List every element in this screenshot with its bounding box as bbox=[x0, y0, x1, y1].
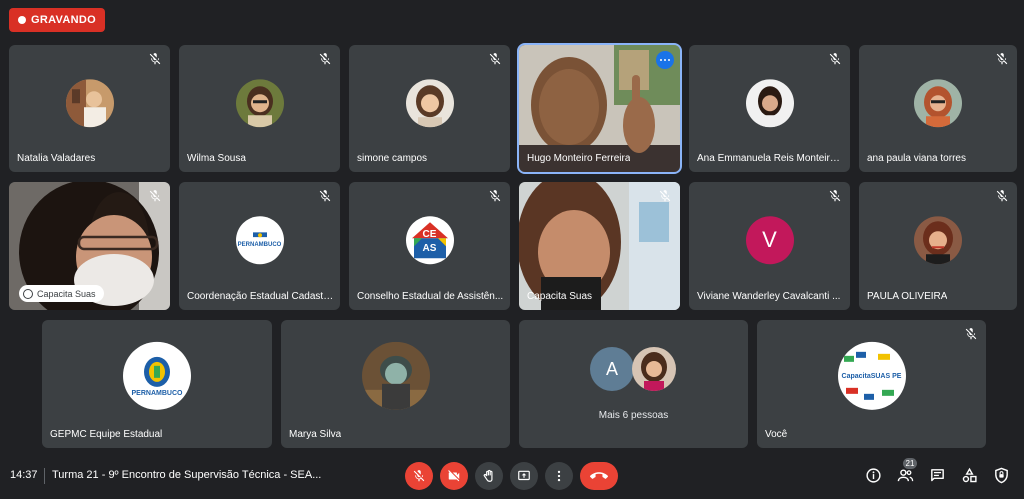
participant-tile-viviane[interactable]: V Viviane Wanderley Cavalcanti ... bbox=[689, 182, 850, 310]
mic-off-icon bbox=[488, 52, 502, 66]
ana-paula-avatar bbox=[914, 78, 962, 127]
pernambuco-flag-icon bbox=[252, 232, 267, 243]
participant-name: Natalia Valadares bbox=[17, 153, 96, 164]
capacita-suas-logo-text: CapacitaSUAS PE bbox=[841, 372, 902, 380]
more-people-label: Mais 6 pessoas bbox=[598, 410, 669, 421]
participant-tile-simone[interactable]: simone campos bbox=[349, 45, 510, 172]
mic-toggle-button[interactable] bbox=[405, 462, 433, 490]
participant-tile-voce[interactable]: CapacitaSUAS PE Você bbox=[757, 320, 986, 448]
activities-icon bbox=[962, 467, 977, 482]
pinned-badge-label: Capacita Suas bbox=[37, 288, 96, 299]
participant-tile-paula[interactable]: PAULA OLIVEIRA bbox=[859, 182, 1017, 310]
more-people-photo-avatar bbox=[632, 347, 676, 391]
paula-avatar bbox=[914, 216, 962, 265]
pernambuco-coat-icon bbox=[144, 356, 170, 387]
ceas-logo-bottom: AS bbox=[422, 243, 437, 255]
pernambuco-logo: PERNAMBUCO bbox=[235, 216, 284, 265]
wilma-avatar bbox=[235, 78, 284, 127]
ceas-logo-top: CE bbox=[422, 229, 437, 241]
meeting-details-button[interactable] bbox=[864, 466, 882, 484]
meeting-title[interactable]: Turma 21 - 9º Encontro de Supervisão Téc… bbox=[52, 469, 321, 481]
participant-name: Viviane Wanderley Cavalcanti ... bbox=[697, 291, 841, 302]
participant-name: GEPMC Equipe Estadual bbox=[50, 429, 163, 440]
participant-name: Marya Silva bbox=[289, 429, 342, 440]
host-controls-button[interactable] bbox=[992, 466, 1010, 484]
mic-off-icon bbox=[413, 470, 425, 482]
recording-label: GRAVANDO bbox=[31, 14, 96, 26]
participant-tile-capacita-pinned[interactable]: Capacita Suas bbox=[9, 182, 170, 310]
divider bbox=[44, 468, 45, 484]
raise-hand-button[interactable] bbox=[475, 462, 503, 490]
present-button[interactable] bbox=[510, 462, 538, 490]
chat-icon bbox=[930, 468, 944, 481]
mic-off-icon bbox=[488, 189, 502, 203]
more-options-icon[interactable] bbox=[656, 51, 674, 69]
participant-name: PAULA OLIVEIRA bbox=[867, 291, 948, 302]
participant-name: ana paula viana torres bbox=[867, 153, 966, 164]
people-icon bbox=[897, 468, 913, 481]
participant-tile-natalia[interactable]: Natalia Valadares bbox=[9, 45, 170, 172]
participant-tile-coordenacao[interactable]: PERNAMBUCO Coordenação Estadual Cadastr.… bbox=[179, 182, 340, 310]
participant-name: Coordenação Estadual Cadastr... bbox=[187, 291, 334, 302]
participant-name: Wilma Sousa bbox=[187, 153, 246, 164]
clock: 14:37 bbox=[10, 469, 38, 481]
participant-tile-hugo[interactable]: Hugo Monteiro Ferreira bbox=[517, 43, 682, 174]
camera-toggle-button[interactable] bbox=[440, 462, 468, 490]
info-icon bbox=[865, 467, 881, 483]
participant-name: Ana Emmanuela Reis Monteiro ... bbox=[697, 153, 844, 164]
participant-name: Capacita Suas bbox=[527, 291, 593, 302]
ceas-logo: CE AS bbox=[405, 216, 454, 265]
mic-off-icon bbox=[964, 327, 978, 341]
chat-button[interactable] bbox=[928, 466, 946, 484]
simone-avatar bbox=[405, 78, 454, 127]
participant-tile-marya[interactable]: Marya Silva bbox=[281, 320, 510, 448]
hang-up-icon bbox=[590, 472, 608, 479]
pinned-badge[interactable]: Capacita Suas bbox=[19, 285, 104, 302]
capacita-suas-logo: CapacitaSUAS PE bbox=[837, 341, 906, 410]
mic-off-icon bbox=[318, 189, 332, 203]
mic-off-icon bbox=[148, 189, 162, 203]
camera-off-icon bbox=[448, 470, 460, 482]
participant-name: Hugo Monteiro Ferreira bbox=[527, 153, 631, 164]
more-people-initial-avatar: A bbox=[590, 347, 634, 391]
participants-count-badge: 21 bbox=[903, 458, 917, 469]
participant-tile-capacita[interactable]: Capacita Suas bbox=[519, 182, 680, 310]
ana-emmanuela-avatar bbox=[745, 78, 794, 127]
mic-off-icon bbox=[148, 52, 162, 66]
more-options-button[interactable] bbox=[545, 462, 573, 490]
participant-tile-ana-emmanuela[interactable]: Ana Emmanuela Reis Monteiro ... bbox=[689, 45, 850, 172]
participant-name: Conselho Estadual de Assistên... bbox=[357, 291, 504, 302]
natalia-avatar bbox=[65, 78, 114, 127]
bottom-bar: 14:37 Turma 21 - 9º Encontro de Supervis… bbox=[0, 455, 1024, 499]
participant-tile-gepmc[interactable]: PERNAMBUCO GEPMC Equipe Estadual bbox=[42, 320, 272, 448]
mic-off-icon bbox=[318, 52, 332, 66]
activities-button[interactable] bbox=[960, 466, 978, 484]
participant-tile-wilma[interactable]: Wilma Sousa bbox=[179, 45, 340, 172]
host-controls-icon bbox=[994, 467, 1008, 483]
participant-tile-ana-paula[interactable]: ana paula viana torres bbox=[859, 45, 1017, 172]
participant-name: Você bbox=[765, 429, 788, 440]
participant-name: simone campos bbox=[357, 153, 428, 164]
recording-badge[interactable]: GRAVANDO bbox=[9, 8, 105, 32]
mic-off-icon bbox=[995, 189, 1009, 203]
mic-off-icon bbox=[828, 52, 842, 66]
more-options-icon bbox=[557, 470, 561, 482]
mic-off-icon bbox=[658, 189, 672, 203]
raise-hand-icon bbox=[483, 469, 493, 482]
gepmc-logo-text: PERNAMBUCO bbox=[131, 389, 183, 397]
gepmc-logo: PERNAMBUCO bbox=[123, 341, 191, 410]
recording-dot-icon bbox=[18, 16, 26, 24]
hang-up-button[interactable] bbox=[580, 462, 618, 490]
present-icon bbox=[518, 470, 530, 481]
participant-tile-more-people[interactable]: A Mais 6 pessoas bbox=[519, 320, 748, 448]
viviane-initial-avatar: V bbox=[745, 216, 794, 265]
pin-icon bbox=[23, 288, 33, 299]
pernambuco-logo-text: PERNAMBUCO bbox=[237, 242, 282, 249]
marya-avatar bbox=[361, 341, 430, 410]
mic-off-icon bbox=[828, 189, 842, 203]
mic-off-icon bbox=[995, 52, 1009, 66]
participant-tile-conselho[interactable]: CE AS Conselho Estadual de Assistên... bbox=[349, 182, 510, 310]
meet-window: GRAVANDO Natalia Valadares Wilma Sousa s… bbox=[0, 0, 1024, 499]
